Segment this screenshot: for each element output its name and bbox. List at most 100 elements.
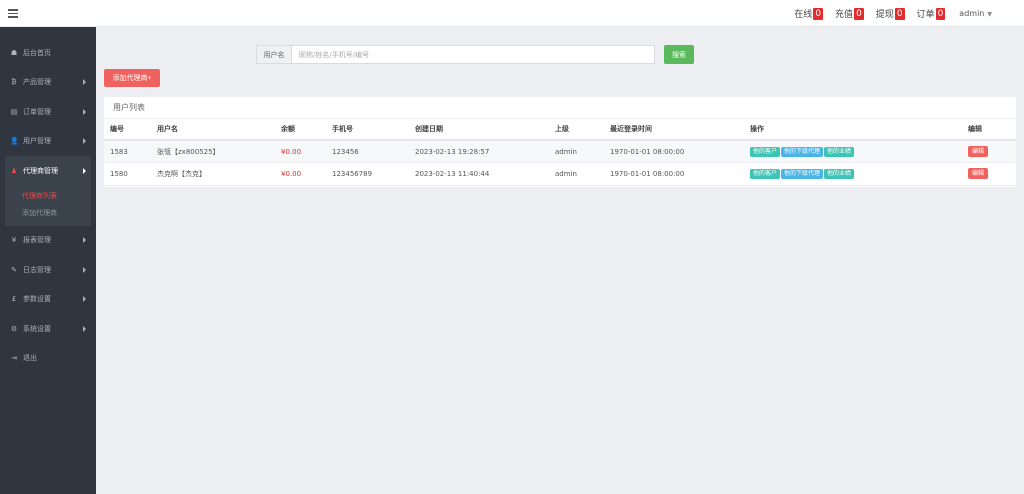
online-count[interactable]: 在线 0 — [794, 7, 824, 20]
panel-title: 用户列表 — [104, 97, 1016, 119]
order-count[interactable]: 订单 0 — [917, 7, 946, 20]
col-header-username: 用户名 — [151, 119, 275, 141]
cell-id: 1583 — [104, 140, 151, 163]
col-header-actions: 操作 — [744, 119, 962, 141]
recharge-badge: 0 — [854, 7, 864, 20]
sidebar-item-logs[interactable]: ✎ 日志管理 — [0, 255, 96, 285]
sidebar-item-label: 用户管理 — [23, 137, 51, 146]
chevron-right-icon — [83, 167, 86, 174]
his-sub-agents-button[interactable]: 他的下级代理 — [781, 168, 824, 179]
cell-phone: 123456 — [326, 140, 409, 163]
chevron-right-icon — [83, 266, 86, 273]
order-badge: 0 — [935, 7, 946, 20]
search-label: 用户名 — [256, 45, 291, 64]
user-table: 编号 用户名 余额 手机号 创建日期 上级 最近登录时间 操作 编辑 1583 … — [104, 119, 1016, 186]
submenu-item-add-agent[interactable]: 添加代理商 — [5, 205, 91, 222]
col-header-last-login: 最近登录时间 — [604, 119, 744, 141]
cell-edit: 编辑 — [962, 162, 1016, 186]
sidebar-item-users[interactable]: 👤 用户管理 — [0, 127, 96, 157]
col-header-id: 编号 — [104, 119, 151, 141]
bitcoin-icon: ₿ — [11, 78, 17, 87]
search-bar: 用户名 — [256, 45, 655, 64]
agent-icon: ♟ — [10, 166, 18, 175]
user-menu[interactable]: admin ▼ — [959, 9, 992, 18]
user-list-panel: 用户列表 编号 用户名 余额 手机号 创建日期 上级 最近登录时间 操作 编辑 … — [104, 97, 1016, 187]
search-button[interactable]: 搜索 — [664, 45, 694, 64]
cell-username: 张瓴【zx800525】 — [151, 140, 275, 163]
col-header-parent: 上级 — [549, 119, 604, 141]
cell-last-login: 1970-01-01 08:00:00 — [604, 140, 744, 163]
cell-parent: admin — [549, 162, 604, 186]
withdraw-count[interactable]: 提现 0 — [876, 7, 905, 20]
sidebar: ☗ 后台首页 ₿ 产品管理 ▤ 订单管理 👤 用户管理 ♟ 代理商管理 代理商列… — [0, 27, 96, 494]
withdraw-label: 提现 — [875, 10, 894, 20]
sidebar-item-system[interactable]: ⚙ 系统设置 — [0, 314, 96, 344]
sidebar-item-label: 报表管理 — [23, 236, 51, 245]
top-status-area: 在线 0 充值 0 提现 0 订单 0 admin ▼ — [782, 0, 992, 27]
cell-last-login: 1970-01-01 08:00:00 — [604, 162, 744, 186]
home-icon: ☗ — [10, 48, 18, 57]
agents-submenu: 代理商列表 添加代理商 — [5, 185, 91, 226]
sidebar-item-params[interactable]: £ 参数设置 — [0, 285, 96, 315]
cell-created: 2023-02-13 11:40:44 — [409, 162, 549, 186]
cell-phone: 123456789 — [326, 162, 409, 186]
top-bar: 在线 0 充值 0 提现 0 订单 0 admin ▼ — [0, 0, 1024, 27]
sidebar-item-agents[interactable]: ♟ 代理商管理 — [5, 156, 91, 186]
gear-icon: ⚙ — [10, 324, 18, 333]
chevron-right-icon — [83, 138, 86, 145]
cell-balance: ¥0.00 — [275, 140, 326, 163]
chevron-right-icon — [83, 79, 86, 86]
recharge-label: 充值 — [835, 10, 854, 20]
cell-actions: 他的客户 他的下级代理 他的业绩 — [744, 162, 962, 186]
his-customers-button[interactable]: 他的客户 — [750, 168, 781, 179]
sidebar-item-products[interactable]: ₿ 产品管理 — [0, 68, 96, 98]
online-badge: 0 — [813, 7, 824, 20]
add-agent-button[interactable]: 添加代理商+ — [104, 69, 160, 87]
chevron-right-icon — [83, 108, 86, 115]
chevron-right-icon — [83, 296, 86, 303]
chevron-down-icon: ▼ — [987, 11, 992, 18]
sidebar-item-reports[interactable]: ¥ 报表管理 — [0, 226, 96, 256]
sidebar-item-label: 后台首页 — [23, 48, 51, 57]
user-icon: 👤 — [10, 137, 19, 146]
sidebar-item-label: 订单管理 — [23, 107, 51, 116]
chevron-right-icon — [83, 237, 86, 244]
sidebar-item-orders[interactable]: ▤ 订单管理 — [0, 97, 96, 127]
yen-icon: ¥ — [11, 236, 17, 245]
col-header-edit: 编辑 — [962, 119, 1016, 141]
chevron-right-icon — [83, 325, 86, 332]
col-header-phone: 手机号 — [326, 119, 409, 141]
logout-icon: ⇥ — [11, 354, 17, 363]
sidebar-item-label: 日志管理 — [23, 265, 51, 274]
submenu-item-agent-list[interactable]: 代理商列表 — [5, 188, 91, 205]
sidebar-item-home[interactable]: ☗ 后台首页 — [0, 38, 96, 68]
menu-toggle-icon[interactable] — [8, 9, 18, 18]
cell-created: 2023-02-13 19:28:57 — [409, 140, 549, 163]
sidebar-item-label: 参数设置 — [23, 295, 51, 304]
table-row: 1583 张瓴【zx800525】 ¥0.00 123456 2023-02-1… — [104, 140, 1016, 163]
document-icon: ▤ — [10, 107, 18, 116]
cell-balance: ¥0.00 — [275, 162, 326, 186]
his-sub-agents-button[interactable]: 他的下级代理 — [781, 146, 824, 157]
cell-actions: 他的客户 他的下级代理 他的业绩 — [744, 140, 962, 163]
edit-button[interactable]: 编辑 — [968, 146, 989, 157]
edit-button[interactable]: 编辑 — [968, 168, 989, 180]
his-performance-button[interactable]: 他的业绩 — [824, 168, 855, 179]
cell-edit: 编辑 — [962, 140, 1016, 163]
cell-parent: admin — [549, 140, 604, 163]
recharge-count[interactable]: 充值 0 — [835, 7, 864, 20]
sidebar-item-label: 产品管理 — [23, 78, 51, 87]
sidebar-item-label: 系统设置 — [23, 324, 51, 333]
his-performance-button[interactable]: 他的业绩 — [824, 146, 855, 157]
col-header-balance: 余额 — [275, 119, 326, 141]
table-row: 1580 杰克啊【杰克】 ¥0.00 123456789 2023-02-13 … — [104, 162, 1016, 186]
sidebar-item-logout[interactable]: ⇥ 退出 — [0, 344, 96, 374]
search-input[interactable] — [291, 45, 655, 64]
online-label: 在线 — [794, 10, 813, 20]
user-name: admin — [959, 9, 985, 18]
his-customers-button[interactable]: 他的客户 — [750, 146, 781, 157]
order-label: 订单 — [916, 10, 935, 20]
withdraw-badge: 0 — [894, 7, 905, 20]
sidebar-item-label: 代理商管理 — [23, 166, 58, 175]
sidebar-item-label: 退出 — [23, 354, 37, 363]
